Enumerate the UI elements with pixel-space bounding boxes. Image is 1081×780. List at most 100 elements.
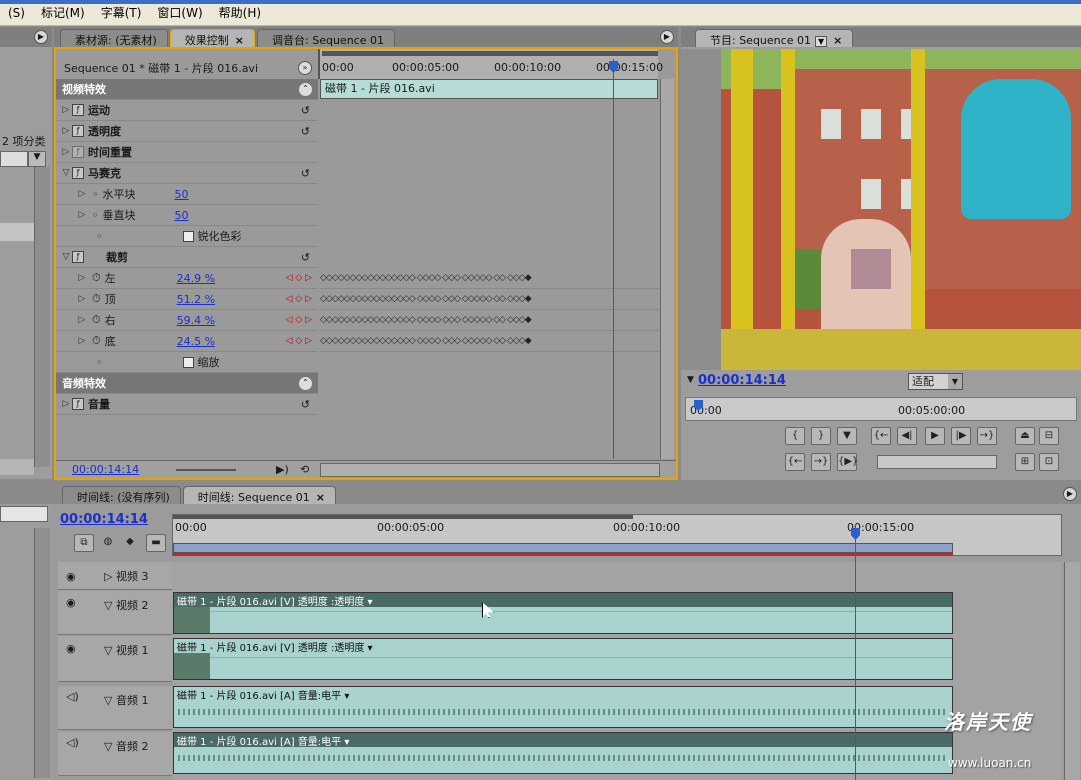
- menu-item-title[interactable]: 字幕(T): [93, 4, 150, 21]
- keyframes-left[interactable]: ◇◇◇◇◇◇◇◇◇◇◇◇◇◇◇◇ ◇◇◇◇ ◇◇◇ ◇◇◇◇◇ ◇◇ ◇◇◇◆: [320, 268, 659, 289]
- scrollbar[interactable]: [34, 528, 50, 778]
- effect-row-mosaic[interactable]: ▽ ƒ 马赛克 ↺: [56, 163, 318, 184]
- zoom-checkbox[interactable]: [182, 356, 194, 368]
- reset-icon[interactable]: ↺: [301, 125, 310, 138]
- program-ruler[interactable]: 00:00 00:05:00:00: [685, 397, 1077, 421]
- expand-triangle-icon[interactable]: ▷: [76, 315, 88, 325]
- play-in-to-out-icon[interactable]: {▶}: [837, 453, 858, 471]
- expand-triangle-icon[interactable]: ▷: [60, 126, 72, 136]
- collapse-triangle-icon[interactable]: ▽: [104, 599, 116, 612]
- close-icon[interactable]: ×: [316, 491, 325, 504]
- panel-menu-icon[interactable]: ▶: [660, 30, 674, 44]
- ec-timecode[interactable]: 00:00:14:14: [72, 463, 139, 476]
- menu-item-marker[interactable]: 标记(M): [33, 4, 93, 21]
- ec-clip-bar[interactable]: 磁带 1 - 片段 016.avi: [320, 79, 658, 99]
- tab-source[interactable]: 素材源: (无素材): [60, 29, 168, 47]
- ec-work-area-bar[interactable]: [322, 51, 658, 56]
- collapse-triangle-icon[interactable]: ▽: [60, 252, 72, 262]
- speaker-icon[interactable]: ◁): [66, 736, 79, 749]
- fit-dropdown[interactable]: 适配 ▼: [908, 373, 963, 390]
- export-frame-icon[interactable]: ⊡: [1039, 453, 1059, 471]
- fx-toggle-icon[interactable]: ƒ: [72, 125, 84, 137]
- keyframe-nav-icon[interactable]: ◁ ◇ ▷: [286, 273, 313, 283]
- stopwatch-icon[interactable]: ◦: [92, 209, 99, 222]
- eye-icon[interactable]: ◉: [66, 642, 76, 655]
- play-audio-icon[interactable]: ▶): [276, 463, 289, 476]
- close-icon[interactable]: ×: [235, 34, 244, 47]
- lift-icon[interactable]: ⏏: [1015, 427, 1035, 445]
- param-crop-left[interactable]: ▷ ⏱ 左 24.9 % ◁ ◇ ▷: [56, 268, 318, 289]
- h-blocks-value[interactable]: 50: [175, 188, 189, 201]
- chevron-down-icon[interactable]: ▼: [28, 151, 46, 167]
- fx-toggle-icon[interactable]: ƒ: [72, 104, 84, 116]
- panel-menu-icon[interactable]: ▶: [1063, 487, 1077, 501]
- expand-triangle-icon[interactable]: ▷: [60, 105, 72, 115]
- reset-icon[interactable]: ↺: [301, 104, 310, 117]
- collapse-up-icon[interactable]: ⌃: [299, 82, 312, 96]
- expand-triangle-icon[interactable]: ▷: [60, 399, 72, 409]
- param-crop-top[interactable]: ▷ ⏱ 顶 51.2 % ◁ ◇ ▷: [56, 289, 318, 310]
- timeline-ruler[interactable]: 00:00 00:00:05:00 00:00:10:00 00:00:15:0…: [172, 514, 1062, 556]
- eye-icon[interactable]: ◉: [66, 596, 76, 609]
- chevron-down-icon[interactable]: ▼: [814, 36, 828, 47]
- crop-right-value[interactable]: 59.4 %: [177, 314, 215, 327]
- ec-horizontal-scrollbar[interactable]: [320, 463, 660, 477]
- marker-icon[interactable]: ◆: [120, 534, 140, 552]
- search-input[interactable]: [0, 506, 48, 522]
- view-dropdown[interactable]: [0, 151, 28, 167]
- go-to-in-icon[interactable]: {←: [871, 427, 891, 445]
- collapse-triangle-icon[interactable]: ▽: [104, 644, 116, 657]
- program-timecode[interactable]: 00:00:14:14: [698, 373, 786, 388]
- stopwatch-icon[interactable]: ◦: [92, 188, 99, 201]
- ec-scrollbar[interactable]: [660, 79, 674, 459]
- crop-top-value[interactable]: 51.2 %: [177, 293, 215, 306]
- mark-out-icon[interactable]: }: [811, 427, 831, 445]
- clip-a1[interactable]: 磁带 1 - 片段 016.avi [A] 音量:电平 ▾: [173, 686, 953, 728]
- set-marker-icon[interactable]: ◍: [98, 534, 118, 552]
- close-icon[interactable]: ×: [833, 34, 842, 47]
- speaker-icon[interactable]: ◁): [66, 690, 79, 703]
- effect-row-crop[interactable]: ▽ ƒ 裁剪 ↺: [56, 247, 318, 268]
- expand-triangle-icon[interactable]: ▷: [60, 147, 72, 157]
- step-back-icon[interactable]: ◀|: [897, 427, 917, 445]
- extract-icon[interactable]: ⊟: [1039, 427, 1059, 445]
- tab-timeline-none[interactable]: 时间线: (没有序列): [62, 486, 181, 504]
- keyframes-right[interactable]: ◇◇◇◇◇◇◇◇◇◇◇◇◇◇◇◇ ◇◇◇◇ ◇◇◇ ◇◇◇◇◇ ◇◇ ◇◇◇◆: [320, 310, 659, 331]
- zoom-slider[interactable]: [176, 469, 236, 471]
- effect-row-opacity[interactable]: ▷ ƒ 透明度 ↺: [56, 121, 318, 142]
- fx-toggle-icon[interactable]: ƒ: [72, 398, 84, 410]
- menu-item-help[interactable]: 帮助(H): [211, 4, 269, 21]
- menu-item-s[interactable]: (S): [0, 6, 33, 20]
- mark-in-icon[interactable]: {: [785, 427, 805, 445]
- tab-effect-controls[interactable]: 效果控制 ×: [169, 29, 256, 47]
- stopwatch-active-icon[interactable]: ⏱: [92, 292, 101, 306]
- param-v-blocks[interactable]: ▷ ◦ 垂直块 50: [56, 205, 318, 226]
- expand-triangle-icon[interactable]: ▷: [76, 294, 88, 304]
- effect-row-motion[interactable]: ▷ ƒ 运动 ↺: [56, 100, 318, 121]
- play-icon[interactable]: ▶: [925, 427, 945, 445]
- loop-icon[interactable]: ⟲: [300, 463, 309, 476]
- snap-icon[interactable]: ⧉: [74, 534, 94, 552]
- keyframes-top[interactable]: ◇◇◇◇◇◇◇◇◇◇◇◇◇◇◇◇ ◇◇◇◇ ◇◇◇ ◇◇◇◇◇ ◇◇ ◇◇◇◆: [320, 289, 659, 310]
- set-marker-icon[interactable]: ▼: [837, 427, 857, 445]
- effect-row-time-remap[interactable]: ▷ ƒ 时间重置: [56, 142, 318, 163]
- go-to-out-icon[interactable]: →}: [977, 427, 997, 445]
- tab-timeline-sequence[interactable]: 时间线: Sequence 01 ×: [182, 486, 336, 504]
- v-blocks-value[interactable]: 50: [175, 209, 189, 222]
- work-area-bar[interactable]: [173, 515, 633, 519]
- collapse-triangle-icon[interactable]: ▼: [687, 375, 694, 385]
- clip-v1[interactable]: 磁带 1 - 片段 016.avi [V] 透明度 :透明度 ▾: [173, 638, 953, 680]
- param-crop-right[interactable]: ▷ ⏱ 右 59.4 % ◁ ◇ ▷: [56, 310, 318, 331]
- keyframes-bottom[interactable]: ◇◇◇◇◇◇◇◇◇◇◇◇◇◇◇◇ ◇◇◇◇ ◇◇◇ ◇◇◇◇◇ ◇◇ ◇◇◇◆: [320, 331, 659, 352]
- expand-triangle-icon[interactable]: ▷: [76, 273, 88, 283]
- sharpen-checkbox[interactable]: [182, 230, 194, 242]
- keyframe-nav-icon[interactable]: ◁ ◇ ▷: [286, 336, 313, 346]
- menu-item-window[interactable]: 窗口(W): [149, 4, 210, 21]
- keyframe-nav-icon[interactable]: ◁ ◇ ▷: [286, 294, 313, 304]
- expand-triangle-icon[interactable]: ▷: [76, 189, 88, 199]
- opacity-line[interactable]: [210, 611, 952, 612]
- sequence-marker-icon[interactable]: ▬: [146, 534, 166, 552]
- project-list-item[interactable]: [0, 223, 36, 241]
- clip-a2[interactable]: 磁带 1 - 片段 016.avi [A] 音量:电平 ▾: [173, 732, 953, 774]
- go-to-prev-marker-icon[interactable]: {←: [785, 453, 805, 471]
